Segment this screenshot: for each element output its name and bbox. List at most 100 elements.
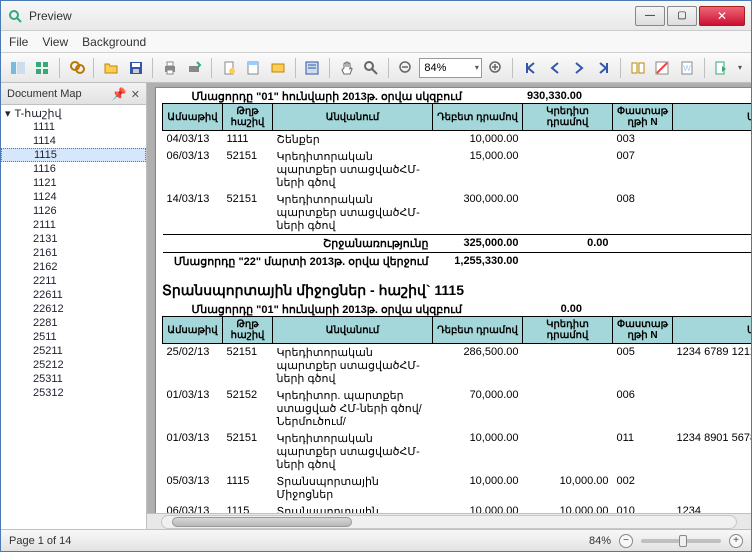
table-row: 25/02/1352151Կրեդիտորական պարտքեր ստացվա…	[163, 344, 752, 388]
col-date: Ամսաթիվ	[163, 104, 223, 131]
tree-item[interactable]: 25211	[1, 344, 146, 358]
tree-item[interactable]: 2281	[1, 316, 146, 330]
hand-tool-button[interactable]	[336, 57, 357, 79]
opening-balance-label-2: Մնացորդը "01" հունվարի 2013թ. օրվա սկզբո…	[162, 303, 472, 316]
parameters-button[interactable]	[302, 57, 323, 79]
tree-item[interactable]: 2111	[1, 218, 146, 232]
report-page: Մնացորդը "01" հունվարի 2013թ. օրվա սկզբո…	[155, 87, 751, 513]
zoom-out-button[interactable]	[395, 57, 416, 79]
tree-item[interactable]: 1121	[1, 176, 146, 190]
tree-item[interactable]: 1114	[1, 134, 146, 148]
status-zoom: 84%	[589, 535, 611, 547]
search-button[interactable]	[66, 57, 87, 79]
export-dropdown[interactable]: ▾	[735, 57, 745, 79]
next-page-button[interactable]	[568, 57, 589, 79]
pin-icon[interactable]: 📌	[112, 87, 127, 101]
opening-balance-label: Մնացորդը "01" հունվարի 2013թ. օրվա սկզբո…	[162, 90, 472, 103]
document-map-header: Document Map 📌✕	[1, 83, 146, 105]
color-button[interactable]	[652, 57, 673, 79]
table-row: 14/03/1352151Կրեդիտորական պարտքեր ստացվա…	[163, 191, 752, 235]
tree-item[interactable]: 25312	[1, 386, 146, 400]
body: Document Map 📌✕ ▾T-հաշիվ 111111141115111…	[1, 83, 751, 529]
closing-balance-label: Մնացորդը "22" մարտի 2013թ. օրվա վերջում	[163, 253, 433, 271]
scrollbar-thumb[interactable]	[172, 517, 352, 527]
table-row: 05/03/131115Տրանսպորտային Միջոցներ10,000…	[163, 473, 752, 503]
page-viewport[interactable]: Մնացորդը "01" հունվարի 2013թ. օրվա սկզբո…	[147, 83, 751, 513]
statusbar: Page 1 of 14 84% − +	[1, 529, 751, 551]
zoom-combo[interactable]: 84% ▾	[419, 58, 482, 78]
table-row: 06/03/1352151Կրեդիտորական պարտքեր ստացվա…	[163, 148, 752, 191]
scale-button[interactable]	[267, 57, 288, 79]
svg-text:W: W	[683, 64, 691, 73]
prev-page-button[interactable]	[544, 57, 565, 79]
quick-print-button[interactable]	[184, 57, 205, 79]
zoom-slider[interactable]	[641, 539, 721, 543]
window-title: Preview	[29, 9, 635, 23]
export-button[interactable]	[711, 57, 732, 79]
maximize-button[interactable]: ▢	[667, 6, 697, 26]
zoom-in-button[interactable]	[485, 57, 506, 79]
turnover-debit: 325,000.00	[433, 235, 523, 253]
zoom-slider-knob[interactable]	[679, 535, 687, 547]
table-row: 01/03/1352152Կրեդիտոր. պարտքեր ստացված Հ…	[163, 387, 752, 430]
tree-item[interactable]: 2211	[1, 274, 146, 288]
collapse-icon[interactable]: ▾	[5, 107, 11, 120]
magnifier-button[interactable]	[360, 57, 381, 79]
col-acct: Թղթ հաշիվ	[223, 104, 273, 131]
print-button[interactable]	[159, 57, 180, 79]
tree-item[interactable]: 22611	[1, 288, 146, 302]
save-button[interactable]	[125, 57, 146, 79]
open-button[interactable]	[100, 57, 121, 79]
col-credit: Կրեդիտ դրամով	[523, 104, 613, 131]
minimize-button[interactable]: —	[635, 6, 665, 26]
opening-balance-amount-2: 0.00	[472, 303, 582, 316]
section-title: Տրանսպորտային միջոցներ - հաշիվ` 1115	[156, 272, 751, 301]
zoom-value: 84%	[424, 62, 446, 74]
turnover-label: Շրջանառությունը	[163, 235, 433, 253]
docmap-toggle-button[interactable]	[7, 57, 28, 79]
close-panel-icon[interactable]: ✕	[131, 89, 140, 101]
document-map-tree[interactable]: ▾T-հաշիվ 1111111411151116112111241126211…	[1, 105, 146, 529]
thumbnails-button[interactable]	[31, 57, 52, 79]
tree-item[interactable]: 25212	[1, 358, 146, 372]
tree-item[interactable]: 22612	[1, 302, 146, 316]
tree-item[interactable]: 1124	[1, 190, 146, 204]
tree-item[interactable]: 1111	[1, 120, 146, 134]
zoom-in-status-button[interactable]: +	[729, 534, 743, 548]
header-footer-button[interactable]	[243, 57, 264, 79]
report-table-2: Ամսաթիվ Թղթ հաշիվ Անվանում Դեբետ դրամով …	[162, 316, 751, 513]
page-setup-button[interactable]	[218, 57, 239, 79]
first-page-button[interactable]	[519, 57, 540, 79]
window-buttons: — ▢ ✕	[635, 6, 745, 26]
zoom-out-status-button[interactable]: −	[619, 534, 633, 548]
tree-root[interactable]: ▾T-հաշիվ	[1, 107, 146, 120]
horizontal-scrollbar[interactable]	[147, 513, 751, 529]
menu-view[interactable]: View	[42, 35, 68, 49]
tree-item[interactable]: 1115	[1, 148, 146, 162]
tree-item[interactable]: 1116	[1, 162, 146, 176]
tree-item[interactable]: 2511	[1, 330, 146, 344]
menubar: File View Background	[1, 31, 751, 53]
tree-item[interactable]: 2161	[1, 246, 146, 260]
menu-background[interactable]: Background	[82, 35, 146, 49]
tree-item[interactable]: 25311	[1, 372, 146, 386]
last-page-button[interactable]	[593, 57, 614, 79]
window: Preview — ▢ ✕ File View Background 84	[0, 0, 752, 552]
toolbar: 84% ▾ W ▾	[1, 53, 751, 83]
opening-balance-amount: 930,330.00	[472, 90, 582, 103]
tree-item[interactable]: 2131	[1, 232, 146, 246]
watermark-button[interactable]: W	[676, 57, 697, 79]
multipage-button[interactable]	[627, 57, 648, 79]
table-row: 01/03/1352151Կրեդիտորական պարտքեր ստացվա…	[163, 430, 752, 473]
col-debit: Դեբետ դրամով	[433, 104, 523, 131]
close-button[interactable]: ✕	[699, 6, 745, 26]
menu-file[interactable]: File	[9, 35, 28, 49]
tree-item[interactable]: 2162	[1, 260, 146, 274]
page-indicator: Page 1 of 14	[9, 535, 71, 547]
chevron-down-icon: ▾	[475, 63, 479, 72]
app-icon	[7, 8, 23, 24]
table-row: 04/03/131111Շենքեր10,000.00003	[163, 131, 752, 149]
table-row: 06/03/131115Տրանսպորտային10,000.0010,000…	[163, 503, 752, 513]
col-doc: Փաստաթ ղթի N	[613, 104, 673, 131]
tree-item[interactable]: 1126	[1, 204, 146, 218]
